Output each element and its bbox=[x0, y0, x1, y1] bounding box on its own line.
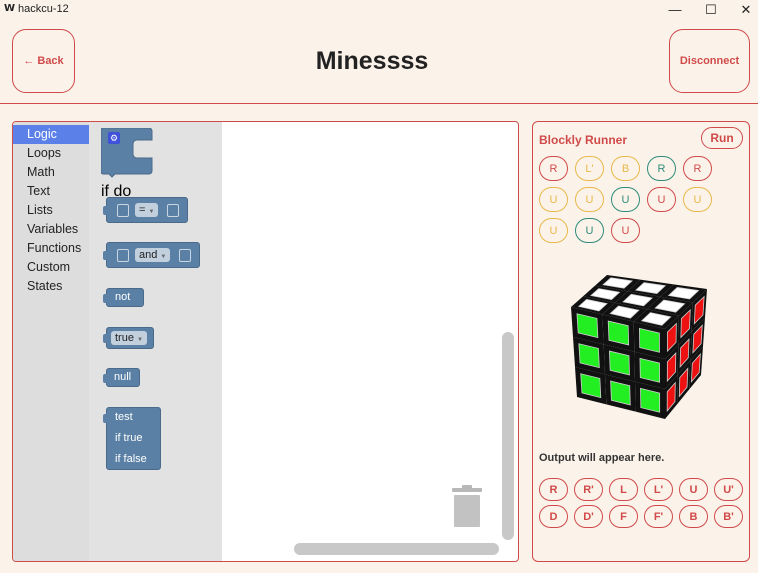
toolbox-item-math[interactable]: Math bbox=[13, 163, 89, 182]
move-button[interactable]: U' bbox=[714, 478, 743, 501]
move-button[interactable]: R' bbox=[574, 478, 603, 501]
sequence-chip: U bbox=[539, 187, 568, 212]
window-title: hackcu-12 bbox=[18, 3, 69, 15]
blockly-workspace[interactable]: Logic Loops Math Text Lists Variables Fu… bbox=[12, 121, 519, 562]
move-sequence: R L' B R R U U U U U U U U bbox=[539, 156, 745, 243]
move-button[interactable]: L' bbox=[644, 478, 673, 501]
close-icon[interactable]: ✕ bbox=[729, 0, 758, 19]
move-button[interactable]: B' bbox=[714, 505, 743, 528]
sequence-chip: U bbox=[575, 218, 604, 243]
app-icon: W bbox=[4, 3, 16, 14]
ternary-test-label: test bbox=[115, 411, 133, 423]
sequence-chip: U bbox=[611, 187, 640, 212]
compare-block[interactable]: = ▼ bbox=[103, 197, 188, 223]
sequence-chip: R bbox=[539, 156, 568, 181]
boolean-block[interactable]: true ▼ bbox=[103, 327, 154, 349]
toolbox-item-loops[interactable]: Loops bbox=[13, 144, 89, 163]
sequence-chip: U bbox=[647, 187, 676, 212]
trash-icon[interactable] bbox=[450, 485, 484, 534]
sequence-chip: U bbox=[683, 187, 712, 212]
logic-operation-block[interactable]: and ▼ bbox=[103, 242, 200, 268]
runner-panel: Blockly Runner Run R L' B R R U U U U U U U U Output… bbox=[532, 121, 750, 562]
toolbox-item-variables[interactable]: Variables bbox=[13, 220, 89, 239]
logic-right-slot[interactable] bbox=[179, 249, 191, 262]
minimize-icon[interactable]: — bbox=[658, 0, 692, 19]
move-button[interactable]: R bbox=[539, 478, 568, 501]
sequence-chip: U bbox=[575, 187, 604, 212]
sequence-chip: R bbox=[683, 156, 712, 181]
sequence-chip: R bbox=[647, 156, 676, 181]
move-button[interactable]: D' bbox=[574, 505, 603, 528]
maximize-icon[interactable]: ☐ bbox=[694, 0, 728, 19]
boolean-value: true bbox=[115, 332, 134, 344]
toolbox: Logic Loops Math Text Lists Variables Fu… bbox=[13, 122, 89, 561]
block-flyout: ⚙ if do = ▼ and ▼ not true ▼ null test i… bbox=[89, 122, 222, 561]
sequence-chip: L' bbox=[575, 156, 604, 181]
compare-operator-dropdown[interactable]: = ▼ bbox=[135, 203, 159, 217]
toolbox-item-functions[interactable]: Functions bbox=[13, 239, 89, 258]
logic-operator-value: and bbox=[139, 249, 158, 261]
toolbox-item-text[interactable]: Text bbox=[13, 182, 89, 201]
move-button[interactable]: D bbox=[539, 505, 568, 528]
move-button[interactable]: L bbox=[609, 478, 638, 501]
toolbox-item-lists[interactable]: Lists bbox=[13, 201, 89, 220]
logic-operator-dropdown[interactable]: and ▼ bbox=[135, 248, 171, 262]
ternary-true-label: if true bbox=[115, 432, 143, 444]
rubiks-cube[interactable] bbox=[567, 267, 717, 432]
move-buttons: R R' L L' U U' D D' F F' B B' bbox=[539, 478, 745, 528]
null-label: null bbox=[114, 371, 132, 383]
page-title: Minessss bbox=[315, 47, 429, 75]
gear-icon[interactable]: ⚙ bbox=[108, 132, 120, 144]
runner-title: Blockly Runner bbox=[539, 133, 628, 147]
toolbox-item-logic[interactable]: Logic bbox=[13, 125, 89, 144]
move-button[interactable]: F bbox=[609, 505, 638, 528]
logic-left-slot[interactable] bbox=[117, 249, 129, 262]
not-block[interactable]: not bbox=[103, 288, 144, 307]
not-label: not bbox=[115, 291, 131, 303]
null-block[interactable]: null bbox=[103, 368, 140, 387]
sequence-chip: B bbox=[611, 156, 640, 181]
move-button[interactable]: F' bbox=[644, 505, 673, 528]
page-header: ← Back Minessss Disconnect bbox=[0, 19, 758, 104]
compare-operator-value: = bbox=[139, 204, 146, 216]
compare-right-slot[interactable] bbox=[167, 204, 179, 217]
boolean-dropdown[interactable]: true ▼ bbox=[111, 331, 147, 345]
compare-left-slot[interactable] bbox=[117, 204, 129, 217]
disconnect-button[interactable]: Disconnect bbox=[669, 29, 750, 93]
sequence-chip: U bbox=[611, 218, 640, 243]
toolbox-item-states[interactable]: States bbox=[13, 277, 89, 296]
move-button[interactable]: U bbox=[679, 478, 708, 501]
output-text: Output will appear here. bbox=[539, 452, 665, 464]
ternary-false-label: if false bbox=[115, 453, 147, 465]
move-button[interactable]: B bbox=[679, 505, 708, 528]
ternary-block[interactable]: test if true if false bbox=[103, 407, 161, 470]
run-button[interactable]: Run bbox=[701, 127, 743, 149]
window-titlebar: W hackcu-12 — ☐ ✕ bbox=[0, 0, 758, 19]
sequence-chip: U bbox=[539, 218, 568, 243]
vertical-scrollbar[interactable] bbox=[502, 332, 514, 540]
if-block[interactable]: ⚙ if do bbox=[100, 127, 155, 200]
toolbox-item-custom[interactable]: Custom bbox=[13, 258, 89, 277]
horizontal-scrollbar[interactable] bbox=[294, 543, 499, 555]
